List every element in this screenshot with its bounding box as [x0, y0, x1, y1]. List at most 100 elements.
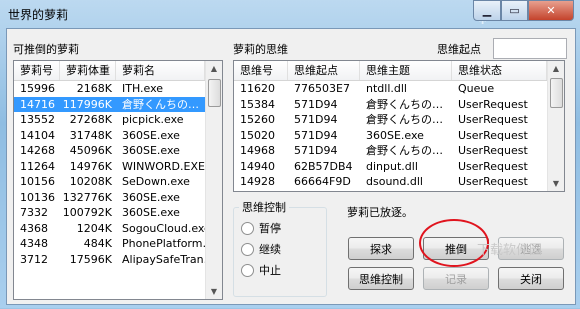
- table-row[interactable]: 15260 571D94 倉野くんちの… UserRequest: [234, 112, 547, 128]
- table-row[interactable]: 11264 14976K WINWORD.EXE: [14, 159, 205, 175]
- thread-list-header: 思维号 思维起点 思维主题 思维状态: [234, 61, 547, 81]
- table-cell: 45096K: [69, 144, 112, 157]
- table-cell: 360SE.exe: [122, 190, 180, 204]
- process-list[interactable]: 萝莉号 萝莉体重 萝莉名 15996 2168K ITH.exe 14716 11799…: [13, 60, 223, 300]
- column-header-state[interactable]: 思维状态: [452, 61, 547, 80]
- column-header-module[interactable]: 思维主题: [360, 61, 452, 80]
- table-cell: SogouCloud.exe: [122, 221, 205, 235]
- table-row[interactable]: 4368 1204K SogouCloud.exe: [14, 221, 205, 237]
- table-cell: PhonePlatform…: [122, 237, 205, 250]
- table-cell: 14940: [240, 159, 275, 173]
- radio-circle-icon: [241, 242, 254, 256]
- table-cell: WINWORD.EXE: [122, 159, 205, 173]
- table-row[interactable]: 10156 10208K SeDown.exe: [14, 174, 205, 190]
- table-cell: dinput.dll: [366, 159, 418, 173]
- table-cell: 571D94: [294, 97, 338, 111]
- radio-circle-icon: [241, 263, 254, 277]
- thread-control-button[interactable]: 思维控制: [348, 267, 414, 290]
- table-row[interactable]: 14940 62B57DB4 dinput.dll UserRequest: [234, 159, 547, 175]
- table-cell: UserRequest: [458, 159, 528, 173]
- table-cell: 14268: [20, 144, 55, 157]
- table-cell: Queue: [458, 82, 495, 95]
- table-row[interactable]: 13552 27268K picpick.exe: [14, 112, 205, 128]
- column-header-pid[interactable]: 萝莉号: [14, 61, 60, 80]
- column-header-name[interactable]: 萝莉名: [116, 61, 205, 80]
- table-cell: 776503E7: [294, 82, 350, 95]
- scroll-up-arrow-icon[interactable]: ▲: [207, 61, 221, 76]
- radio-circle-icon: [241, 221, 254, 235]
- table-cell: 571D94: [294, 144, 338, 157]
- scroll-down-arrow-icon[interactable]: ▼: [549, 176, 563, 191]
- table-row[interactable]: 11620 776503E7 ntdll.dll Queue: [234, 81, 547, 97]
- scroll-thumb[interactable]: [550, 78, 563, 108]
- table-row[interactable]: 14268 45096K 360SE.exe: [14, 143, 205, 159]
- table-row[interactable]: 15384 571D94 倉野くんちの… UserRequest: [234, 97, 547, 113]
- table-cell: ITH.exe: [122, 82, 164, 95]
- process-list-header: 萝莉号 萝莉体重 萝莉名: [14, 61, 205, 81]
- column-header-start[interactable]: 思维起点: [288, 61, 360, 80]
- table-cell: 62B57DB4: [294, 159, 353, 173]
- table-cell: 14968: [240, 144, 275, 157]
- close-button[interactable]: 关闭: [498, 267, 564, 290]
- left-panel-label: 可推倒的萝莉: [13, 43, 79, 56]
- table-cell: 4348: [20, 237, 48, 250]
- thread-list[interactable]: 思维号 思维起点 思维主题 思维状态 11620 776503E7 ntdll.dl…: [233, 60, 565, 192]
- table-cell: 11264: [20, 159, 55, 173]
- table-row[interactable]: 14104 31748K 360SE.exe: [14, 128, 205, 144]
- watermark-text: 下载软件园: [477, 243, 543, 258]
- record-button[interactable]: 记录: [423, 267, 489, 290]
- process-rows: 15996 2168K ITH.exe 14716 117996K 倉野くんちの… 1355…: [14, 81, 205, 267]
- table-cell: 倉野くんちの…: [366, 97, 443, 111]
- right-panel-label: 萝莉的思维: [233, 43, 288, 56]
- table-cell: 17596K: [69, 252, 112, 266]
- table-cell: 1204K: [76, 221, 112, 235]
- table-cell: UserRequest: [458, 128, 528, 142]
- table-cell: 15384: [240, 97, 275, 111]
- table-cell: AlipaySafeTran…: [122, 252, 205, 266]
- search-label: 思维起点: [437, 43, 481, 56]
- table-cell: 倉野くんちの…: [366, 144, 443, 157]
- thread-start-input[interactable]: [493, 38, 567, 59]
- table-row[interactable]: 14968 571D94 倉野くんちの… UserRequest: [234, 143, 547, 159]
- close-window-button[interactable]: ✕: [528, 0, 574, 21]
- table-cell: 倉野くんちの…: [366, 113, 443, 126]
- maximize-button[interactable]: ▭: [501, 0, 528, 21]
- table-cell: SeDown.exe: [122, 175, 190, 188]
- column-header-memory[interactable]: 萝莉体重: [60, 61, 116, 80]
- table-row[interactable]: 15996 2168K ITH.exe: [14, 81, 205, 97]
- table-row[interactable]: 7332 100792K 360SE.exe: [14, 205, 205, 221]
- minimize-button[interactable]: ▁: [473, 0, 501, 21]
- table-row[interactable]: 3712 17596K AlipaySafeTran…: [14, 252, 205, 268]
- radio-terminate[interactable]: 中止: [241, 262, 281, 278]
- table-cell: 14716: [20, 97, 55, 111]
- scroll-thumb[interactable]: [208, 79, 221, 107]
- radio-resume[interactable]: 继续: [241, 241, 281, 257]
- table-row[interactable]: 14928 66664F9D dsound.dll UserRequest: [234, 174, 547, 190]
- table-cell: 132776K: [62, 190, 112, 204]
- table-cell: 360SE.exe: [122, 128, 180, 142]
- table-cell: dsound.dll: [366, 175, 423, 188]
- table-cell: 4368: [20, 221, 48, 235]
- table-row[interactable]: 14716 117996K 倉野くんちの…: [14, 96, 205, 112]
- table-cell: 66664F9D: [294, 175, 351, 188]
- explore-button[interactable]: 探求: [348, 237, 414, 260]
- table-cell: 13552: [20, 113, 55, 126]
- table-cell: 14928: [240, 175, 275, 188]
- scroll-down-arrow-icon[interactable]: ▼: [207, 284, 221, 299]
- table-cell: 2168K: [76, 82, 112, 95]
- table-row[interactable]: 15020 571D94 360SE.exe UserRequest: [234, 128, 547, 144]
- status-text: 萝莉已放逐。: [347, 206, 413, 219]
- scroll-up-arrow-icon[interactable]: ▲: [549, 61, 563, 76]
- table-cell: ntdll.dll: [366, 82, 407, 95]
- column-header-thread-id[interactable]: 思维号: [234, 61, 288, 80]
- table-cell: 10136: [20, 190, 55, 204]
- table-row[interactable]: 4348 484K PhonePlatform…: [14, 236, 205, 252]
- table-row[interactable]: 10136 132776K 360SE.exe: [14, 190, 205, 206]
- table-cell: 31748K: [69, 128, 112, 142]
- radio-pause[interactable]: 暂停: [241, 220, 281, 236]
- table-cell: 360SE.exe: [122, 144, 180, 157]
- process-list-scrollbar[interactable]: ▲ ▼: [205, 61, 222, 299]
- thread-list-scrollbar[interactable]: ▲ ▼: [547, 61, 564, 191]
- title-bar[interactable]: 世界的萝莉 ▁ ▭ ✕: [0, 0, 580, 28]
- table-cell: 倉野くんちの…: [122, 97, 199, 111]
